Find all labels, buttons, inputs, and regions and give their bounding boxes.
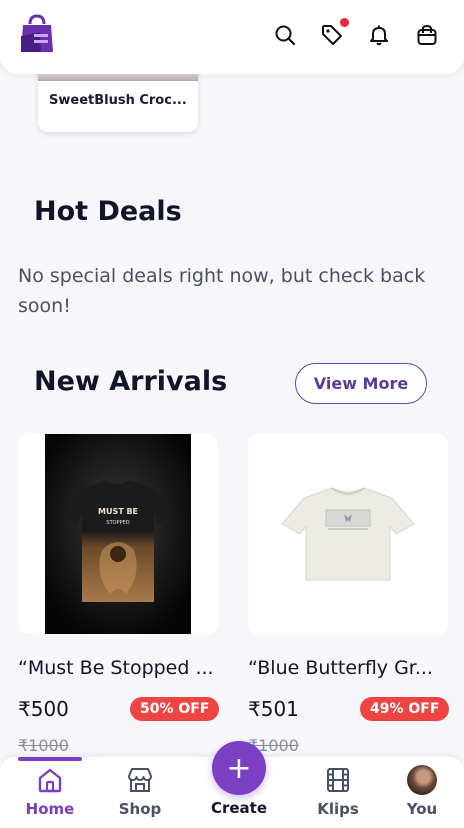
product-image-must-be-stopped[interactable]: MUST BE STOPPED [18,434,218,634]
tshirt-print-line1: MUST BE [98,507,138,516]
product-price: ₹501 [248,697,299,721]
shopping-bag-logo[interactable] [20,14,54,54]
tag-icon[interactable] [319,18,349,48]
app-header [0,0,464,74]
new-arrivals-heading: New Arrivals [34,366,228,397]
product-title: SweetBlush Croc... [49,93,187,108]
tshirt-print-line2: STOPPED [106,520,129,526]
product-price: ₹500 [18,697,69,721]
film-icon [327,768,349,792]
plus-icon: + [226,750,252,786]
avatar [407,765,437,795]
original-price: ₹1000 [18,736,69,755]
nav-home-label: Home [25,800,75,818]
nav-klips-label: Klips [317,800,359,818]
hot-deals-heading: Hot Deals [34,196,182,227]
nav-you-label: You [406,800,438,818]
shop-icon [128,768,152,792]
search-icon[interactable] [272,22,298,48]
bag-icon[interactable] [414,22,440,48]
nav-you[interactable]: You [382,757,462,828]
nav-shop[interactable]: Shop [100,757,180,828]
discount-badge: 50% OFF [130,697,220,721]
nav-home[interactable]: Home [10,757,90,828]
bell-icon[interactable] [366,22,392,48]
product-title[interactable]: “Blue Butterfly Gr... [248,657,448,679]
hot-deals-empty-message: No special deals right now, but check ba… [18,265,426,317]
product-image-blue-butterfly[interactable] [248,434,448,634]
nav-create-label: Create [210,799,268,817]
home-icon [38,768,62,793]
nav-shop-label: Shop [118,800,162,818]
view-more-button[interactable]: View More [295,363,427,404]
notification-dot [340,18,349,27]
product-title[interactable]: “Must Be Stopped ... [18,657,218,679]
nav-klips[interactable]: Klips [298,757,378,828]
create-button[interactable]: + [212,741,266,795]
discount-badge: 49% OFF [360,697,450,721]
